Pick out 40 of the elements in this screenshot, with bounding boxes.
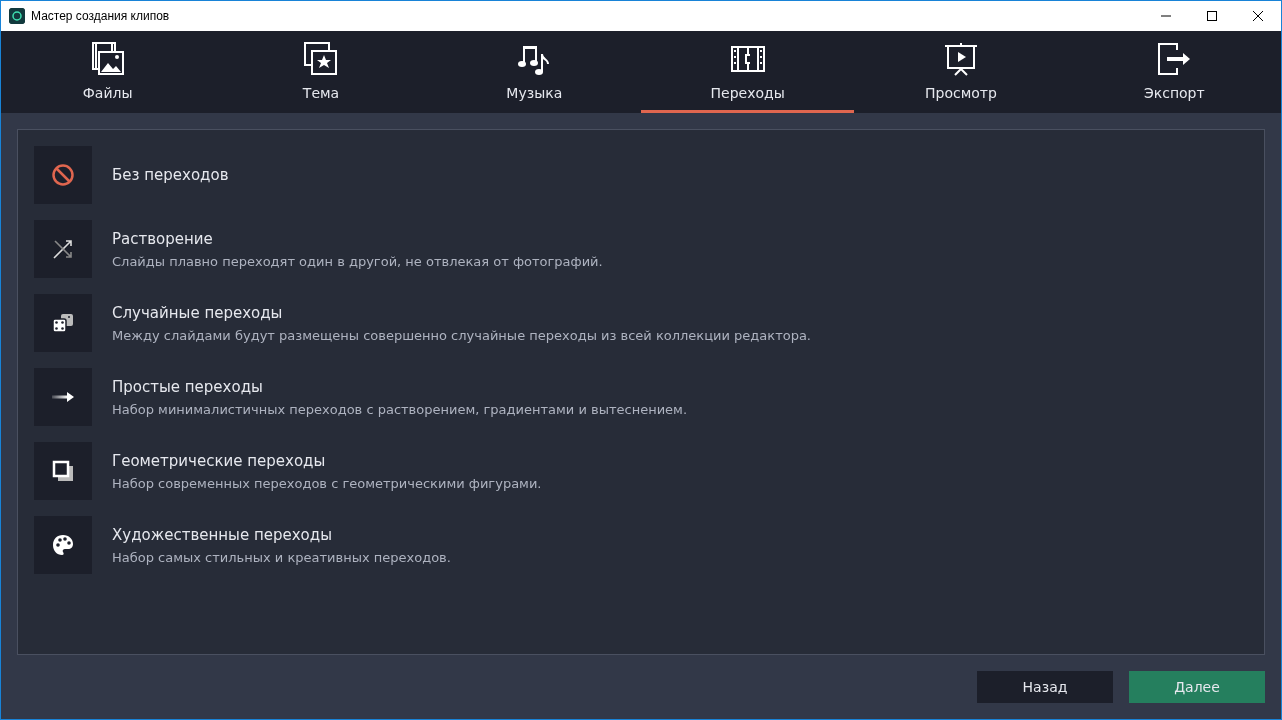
option-description: Набор минималистичных переходов с растворением, градиентами и вытеснением.	[112, 401, 688, 417]
option-title[interactable]: Без переходов	[112, 166, 229, 184]
option-icon-tile[interactable]	[34, 368, 92, 426]
overlapping-squares-icon	[52, 460, 74, 482]
option-description: Между слайдами будут размещены совершенно случайные переходы из всей коллекции редактора.	[112, 327, 811, 343]
tab[interactable]: Файлы	[1, 31, 215, 113]
maximize-icon	[1207, 11, 1217, 21]
option-title[interactable]: Геометрические переходы	[112, 451, 542, 470]
tab[interactable]: Переходы	[641, 31, 855, 113]
option-icon-tile[interactable]	[34, 442, 92, 500]
film-transition-icon	[730, 44, 765, 74]
window-title: Мастер создания клипов	[31, 9, 171, 23]
option-title[interactable]: Растворение	[112, 229, 603, 248]
arrow-right-icon	[52, 392, 74, 402]
option-title[interactable]: Простые переходы	[112, 377, 688, 396]
tab[interactable]: Экспорт	[1067, 31, 1281, 113]
tab[interactable]: Музыка	[427, 31, 641, 113]
back-button[interactable]: Назад	[977, 671, 1113, 703]
presentation-play-icon	[944, 42, 978, 76]
prohibited-icon	[52, 164, 74, 186]
option-title[interactable]: Художественные переходы	[112, 525, 451, 544]
app-logo-icon	[9, 8, 25, 24]
close-icon	[1253, 11, 1263, 21]
option-description: Набор современных переходов с геометрическими фигурами.	[112, 475, 542, 491]
option-icon-tile[interactable]	[34, 146, 92, 204]
tab[interactable]: Тема	[214, 31, 428, 113]
tab[interactable]: Просмотр	[854, 31, 1068, 113]
option-title[interactable]: Случайные переходы	[112, 303, 811, 322]
option-icon-tile[interactable]	[34, 294, 92, 352]
export-arrow-icon	[1157, 42, 1192, 76]
option-icon-tile[interactable]	[34, 516, 92, 574]
shuffle-arrows-icon	[52, 238, 74, 260]
star-frame-icon	[304, 42, 338, 76]
film-image-icon	[90, 42, 125, 76]
option-description: Набор самых стильных и креативных переходов.	[112, 549, 451, 565]
palette-icon	[52, 534, 74, 556]
dice-icon	[52, 313, 74, 333]
option-icon-tile[interactable]	[34, 220, 92, 278]
option-description: Слайды плавно переходят один в другой, не отвлекая от фотографий.	[112, 253, 603, 269]
next-button[interactable]: Далее	[1129, 671, 1265, 703]
